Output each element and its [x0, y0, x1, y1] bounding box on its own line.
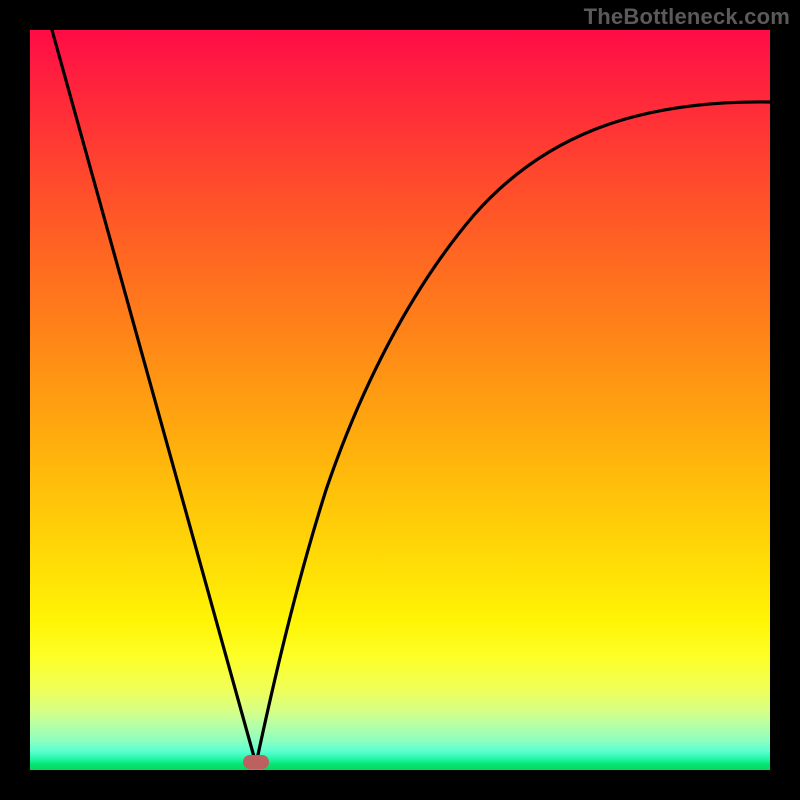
optimal-point-marker	[243, 755, 269, 769]
bottleneck-curve	[52, 30, 770, 764]
curve-layer	[30, 30, 770, 770]
plot-area	[30, 30, 770, 770]
watermark-text: TheBottleneck.com	[584, 4, 790, 30]
chart-container: TheBottleneck.com	[0, 0, 800, 800]
